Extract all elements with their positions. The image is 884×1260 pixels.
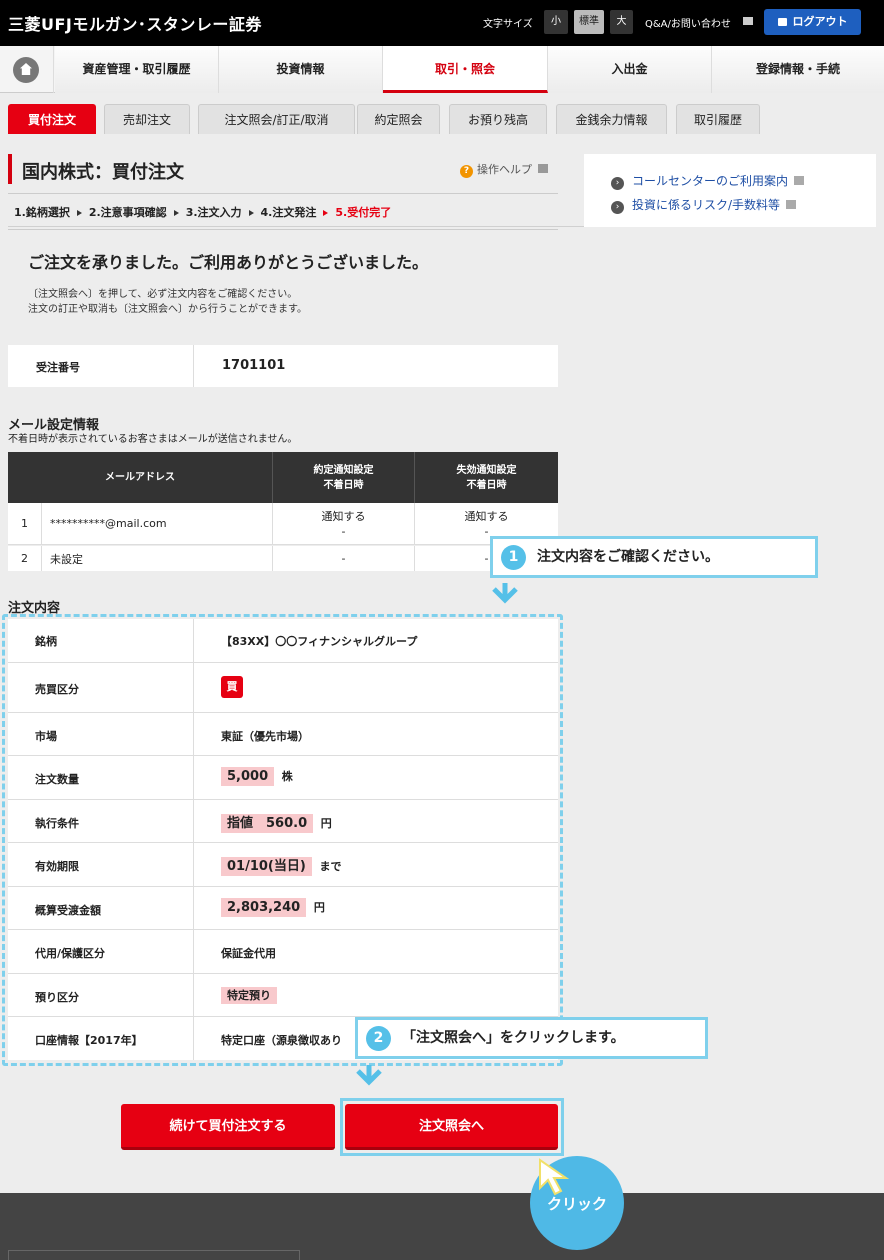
chevron-right-icon: › bbox=[611, 177, 624, 190]
header-expire-line2: 不着日時 bbox=[466, 479, 507, 491]
cursor-icon bbox=[539, 1158, 570, 1196]
title-accent-bar bbox=[8, 154, 12, 184]
divider bbox=[8, 193, 558, 194]
font-size-label: 文字サイズ bbox=[483, 19, 533, 30]
row-address: 未設定 bbox=[42, 546, 273, 571]
risk-fee-link[interactable]: › 投資に係るリスク/手数料等 bbox=[611, 196, 797, 214]
note-line-1: 〔注文照会へ〕を押して、必ず注文内容をご確認ください。 bbox=[28, 289, 298, 300]
row-exec-value: 通知する bbox=[321, 509, 366, 523]
font-size-large-button[interactable]: 大 bbox=[610, 10, 633, 34]
step-2: 2.注意事項確認 bbox=[88, 206, 167, 219]
window-icon bbox=[743, 17, 753, 25]
down-arrow-icon bbox=[356, 1065, 382, 1086]
page-title: 国内株式：買付注文 bbox=[22, 162, 184, 183]
operation-help-link[interactable]: ? 操作ヘルプ bbox=[460, 161, 548, 178]
order-number-value: 1701101 bbox=[222, 358, 286, 373]
main-nav: 資産管理・取引履歴 投資情報 取引・照会 入出金 登録情報・手続 bbox=[0, 46, 884, 93]
mail-section-note: 不着日時が表示されているお客さまはメールが送信されません。 bbox=[8, 434, 298, 445]
header-exec-line1: 約定通知設定 bbox=[313, 464, 374, 476]
font-size-small-button[interactable]: 小 bbox=[544, 10, 568, 34]
row-address: **********@mail.com bbox=[42, 503, 273, 544]
callout-2-number: 2 bbox=[366, 1026, 391, 1051]
window-icon bbox=[794, 176, 805, 185]
table-row: 2 未設定 - - bbox=[8, 546, 558, 571]
step-3: 3.注文入力 bbox=[185, 206, 242, 219]
row-exec: - bbox=[273, 546, 415, 571]
annotation-dashed-frame bbox=[2, 614, 563, 1066]
row-number: 2 bbox=[8, 546, 42, 571]
header-exec-line2: 不着日時 bbox=[323, 479, 364, 491]
footer bbox=[0, 1193, 884, 1260]
header-execution-notice: 約定通知設定 不着日時 bbox=[273, 452, 415, 503]
row-exec: 通知する - bbox=[273, 503, 415, 544]
home-button[interactable] bbox=[0, 46, 54, 93]
font-size-standard-button[interactable]: 標準 bbox=[574, 10, 604, 34]
question-icon: ? bbox=[460, 165, 473, 178]
risk-fee-label: 投資に係るリスク/手数料等 bbox=[632, 198, 781, 212]
lock-icon bbox=[777, 18, 787, 26]
callout-1-text: 注文内容をご確認ください。 bbox=[537, 549, 719, 565]
help-label: 操作ヘルプ bbox=[477, 163, 532, 176]
callout-2-text: 「注文照会へ」をクリックします。 bbox=[402, 1030, 625, 1046]
nav-trading[interactable]: 取引・照会 bbox=[383, 46, 548, 93]
step-arrow-icon bbox=[173, 210, 179, 216]
header-mail-address: メールアドレス bbox=[8, 452, 273, 503]
top-bar: 三菱UFJモルガン･スタンレー証券 文字サイズ 小 標準 大 Q&A/お問い合わ… bbox=[0, 0, 884, 46]
row-expire-value: 通知する bbox=[464, 509, 509, 523]
step-arrow-icon bbox=[248, 210, 254, 216]
mail-table-header: メールアドレス 約定通知設定 不着日時 失効通知設定 不着日時 bbox=[8, 452, 558, 503]
row-exec-sub: - bbox=[341, 524, 346, 538]
qa-contact-link[interactable]: Q&A/お問い合わせ bbox=[645, 15, 731, 30]
step-arrow-icon bbox=[323, 210, 329, 216]
call-center-label: コールセンターのご利用案内 bbox=[632, 174, 789, 188]
step-1: 1.銘柄選択 bbox=[14, 206, 70, 219]
logout-label: ログアウト bbox=[792, 15, 848, 28]
window-icon bbox=[786, 200, 797, 209]
call-center-link[interactable]: › コールセンターのご利用案内 bbox=[611, 172, 805, 190]
callout-1-number: 1 bbox=[501, 545, 526, 570]
brand-logo[interactable]: 三菱UFJモルガン･スタンレー証券 bbox=[8, 11, 262, 35]
down-arrow-icon bbox=[492, 583, 518, 604]
table-row: 1 **********@mail.com 通知する - 通知する - bbox=[8, 503, 558, 545]
order-number-label: 受注番号 bbox=[36, 361, 80, 374]
callout-2: 2 「注文照会へ」をクリックします。 bbox=[355, 1017, 708, 1059]
side-links-panel: › コールセンターのご利用案内 › 投資に係るリスク/手数料等 bbox=[584, 154, 876, 227]
header-expire-notice: 失効通知設定 不着日時 bbox=[415, 452, 558, 503]
row-number: 1 bbox=[8, 503, 42, 544]
note-line-2: 注文の訂正や取消も〔注文照会へ〕から行うことができます。 bbox=[28, 304, 307, 315]
footer-box bbox=[8, 1250, 300, 1260]
step-indicator: 1.銘柄選択 2.注意事項確認 3.注文入力 4.注文発注 5.受付完了 bbox=[14, 204, 391, 220]
nav-asset-management[interactable]: 資産管理・取引履歴 bbox=[55, 46, 219, 93]
window-icon bbox=[538, 164, 548, 173]
completion-message: ご注文を承りました。ご利用ありがとうございました。 bbox=[28, 253, 429, 272]
cell-divider bbox=[193, 345, 194, 387]
row-expire-sub: - bbox=[484, 524, 489, 538]
annotation-button-frame bbox=[340, 1098, 564, 1156]
step-5-current: 5.受付完了 bbox=[335, 206, 392, 219]
nav-registration[interactable]: 登録情報・手続 bbox=[712, 46, 884, 93]
header-expire-line1: 失効通知設定 bbox=[456, 464, 517, 476]
step-4: 4.注文発注 bbox=[260, 206, 317, 219]
nav-investment-info[interactable]: 投資情報 bbox=[219, 46, 383, 93]
step-arrow-icon bbox=[76, 210, 82, 216]
logout-button[interactable]: ログアウト bbox=[764, 9, 861, 35]
divider bbox=[8, 229, 558, 230]
chevron-right-icon: › bbox=[611, 201, 624, 214]
callout-1: 1 注文内容をご確認ください。 bbox=[490, 536, 818, 578]
continue-buy-order-button[interactable]: 続けて買付注文する bbox=[121, 1104, 335, 1150]
nav-deposit-withdrawal[interactable]: 入出金 bbox=[548, 46, 712, 93]
completion-note: 〔注文照会へ〕を押して、必ず注文内容をご確認ください。 注文の訂正や取消も〔注文… bbox=[28, 287, 307, 317]
order-number-row: 受注番号 1701101 bbox=[8, 345, 558, 387]
